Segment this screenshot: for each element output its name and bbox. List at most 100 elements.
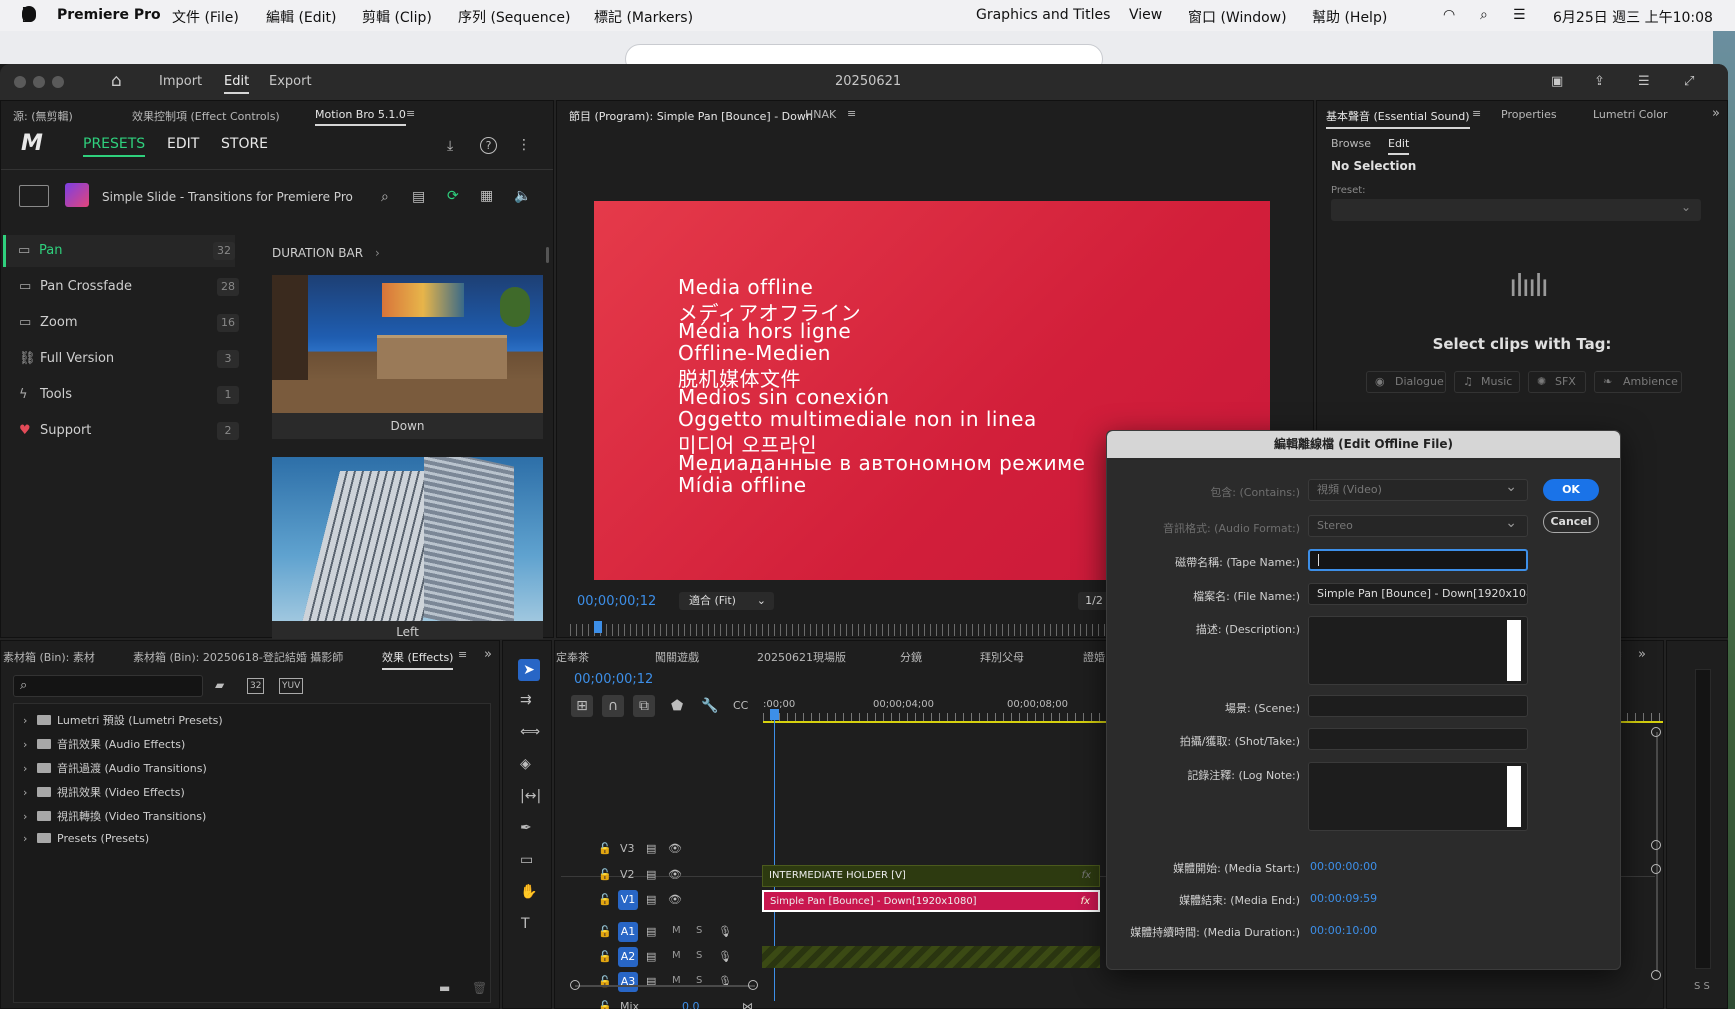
- eye-icon[interactable]: 👁: [668, 893, 682, 907]
- overflow-icon[interactable]: »: [484, 647, 492, 662]
- accelerated-icon[interactable]: ▰: [215, 678, 224, 692]
- nest-icon[interactable]: ⊞: [571, 695, 593, 717]
- category-zoom[interactable]: ▭ Zoom 16: [7, 307, 239, 339]
- tape-name-input[interactable]: [1308, 549, 1528, 571]
- shot-take-input[interactable]: [1308, 728, 1528, 750]
- razor-icon[interactable]: ◈: [520, 757, 531, 771]
- file-name-input[interactable]: Simple Pan [Bounce] - Down[1920x1080]: [1308, 583, 1528, 605]
- bowtie-icon[interactable]: ⋈: [742, 1000, 753, 1009]
- tab-hnak[interactable]: HNAK: [805, 108, 836, 121]
- tab-source[interactable]: 源: (無剪輯): [13, 108, 73, 124]
- lock-icon[interactable]: 🔓: [598, 868, 612, 882]
- home-icon[interactable]: ⌂: [111, 71, 122, 91]
- scrollbar[interactable]: [546, 247, 549, 263]
- panel-menu-icon[interactable]: ≡: [1472, 107, 1481, 120]
- volume-icon[interactable]: 🔈: [514, 189, 531, 203]
- tab-bin-wedding[interactable]: 素材箱 (Bin): 20250618-登記結婚 攝影師: [133, 649, 343, 665]
- linked-selection-icon[interactable]: ⧉: [633, 695, 655, 717]
- mb-tab-store[interactable]: STORE: [221, 136, 268, 152]
- category-full-version[interactable]: ⛓ Full Version 3: [7, 343, 239, 375]
- textarea-scrollbar[interactable]: [1507, 620, 1521, 681]
- vertical-scrollbar[interactable]: [1656, 732, 1658, 972]
- ripple-edit-icon[interactable]: ⟺: [520, 725, 540, 739]
- subtab-edit[interactable]: Edit: [1388, 137, 1410, 155]
- tree-item-lumetri-presets[interactable]: › Lumetri 預設 (Lumetri Presets): [23, 712, 223, 728]
- snap-icon[interactable]: ∩: [602, 695, 624, 717]
- trash-icon[interactable]: 🗑: [472, 981, 487, 995]
- menu-app[interactable]: Premiere Pro: [57, 7, 161, 23]
- nav-export[interactable]: Export: [269, 74, 312, 89]
- tree-item-audio-effects[interactable]: › 音訊效果 (Audio Effects): [23, 736, 185, 752]
- eye-icon[interactable]: 👁: [668, 842, 682, 856]
- scroll-handle[interactable]: [1651, 727, 1661, 737]
- clip-intermediate-holder[interactable]: INTERMEDIATE HOLDER [V] fx: [762, 865, 1100, 887]
- panel-menu-icon[interactable]: ≡: [406, 107, 415, 120]
- mic-icon[interactable]: 🎙: [718, 925, 732, 939]
- scroll-handle[interactable]: [1651, 864, 1661, 874]
- mb-tab-presets[interactable]: PRESETS: [83, 136, 146, 157]
- lock-icon[interactable]: 🔓: [598, 950, 612, 964]
- eye-icon[interactable]: 👁: [668, 868, 682, 882]
- zoom-window-button[interactable]: [52, 76, 64, 88]
- sync-lock-icon[interactable]: ▤: [646, 925, 656, 939]
- category-tools[interactable]: ϟ Tools 1: [7, 379, 239, 411]
- pack-name[interactable]: Simple Slide - Transitions for Premiere …: [102, 190, 353, 204]
- close-window-button[interactable]: [14, 76, 26, 88]
- scene-input[interactable]: [1308, 695, 1528, 717]
- search-icon[interactable]: ⌕: [381, 190, 389, 204]
- track-label[interactable]: A2: [618, 947, 638, 967]
- meter-solo-labels[interactable]: S S: [1694, 981, 1710, 992]
- menubar-clock[interactable]: 6月25日 週三 上午10:08: [1553, 7, 1713, 27]
- sync-lock-icon[interactable]: ▤: [646, 842, 656, 856]
- tag-music-button[interactable]: ♫ Music: [1454, 371, 1520, 393]
- tag-ambience-button[interactable]: ❧ Ambience: [1594, 371, 1682, 393]
- tag-sfx-button[interactable]: ✺ SFX: [1528, 371, 1586, 393]
- mute-button[interactable]: M: [672, 950, 681, 961]
- fullscreen-icon[interactable]: ⤢: [1684, 74, 1694, 89]
- lock-icon[interactable]: 🔓: [598, 842, 612, 856]
- solo-button[interactable]: S: [696, 925, 702, 936]
- menu-clip[interactable]: 剪輯 (Clip): [362, 7, 432, 27]
- category-support[interactable]: ♥ Support 2: [7, 415, 239, 447]
- tab-effect-controls[interactable]: 效果控制項 (Effect Controls): [132, 108, 280, 124]
- program-ruler[interactable]: [570, 624, 1110, 636]
- tab-seq-games[interactable]: 闖關遊戲: [655, 649, 699, 665]
- folder-icon[interactable]: [19, 185, 49, 207]
- control-center-icon[interactable]: ☰: [1513, 7, 1526, 23]
- rectangle-tool-icon[interactable]: ▭: [520, 853, 533, 867]
- menu-help[interactable]: 幫助 (Help): [1312, 7, 1387, 27]
- track-select-icon[interactable]: ⇉: [520, 693, 532, 707]
- category-pan-crossfade[interactable]: ▭ Pan Crossfade 28: [7, 271, 239, 303]
- lock-icon[interactable]: 🔓: [598, 893, 612, 907]
- fit-dropdown[interactable]: 適合 (Fit) ⌄: [679, 592, 774, 610]
- log-note-textarea[interactable]: [1308, 762, 1528, 831]
- tab-properties[interactable]: Properties: [1501, 108, 1557, 121]
- program-playhead[interactable]: [594, 621, 602, 633]
- cancel-button[interactable]: Cancel: [1543, 511, 1599, 533]
- tab-seq-witness[interactable]: 證婚: [1083, 649, 1105, 665]
- menu-markers[interactable]: 標記 (Markers): [594, 7, 693, 27]
- nav-import[interactable]: Import: [159, 74, 202, 89]
- menu-window[interactable]: 窗口 (Window): [1188, 7, 1287, 27]
- contains-select[interactable]: 視頻 (Video): [1308, 479, 1528, 501]
- audio-format-select[interactable]: Stereo: [1308, 515, 1528, 537]
- mix-value[interactable]: 0.0: [682, 1000, 700, 1009]
- tree-item-video-transitions[interactable]: › 視訊轉換 (Video Transitions): [23, 808, 206, 824]
- tree-item-video-effects[interactable]: › 視訊效果 (Video Effects): [23, 784, 185, 800]
- panel-menu-icon[interactable]: ≡: [847, 107, 856, 120]
- sync-lock-icon[interactable]: ▤: [646, 950, 656, 964]
- thumbnail-down[interactable]: [272, 275, 543, 413]
- track-label[interactable]: V1: [618, 890, 638, 910]
- tab-bin-material[interactable]: 素材箱 (Bin): 素材: [3, 649, 95, 665]
- track-label[interactable]: A3: [618, 972, 638, 992]
- category-pan[interactable]: ▭ Pan 32: [3, 235, 235, 267]
- media-end-value[interactable]: 00:00:09:59: [1310, 892, 1377, 905]
- menu-view[interactable]: View: [1129, 7, 1162, 23]
- preview-icon[interactable]: ▤: [412, 190, 425, 204]
- lock-icon[interactable]: 🔓: [598, 1000, 612, 1009]
- mb-tab-edit[interactable]: EDIT: [167, 136, 199, 152]
- type-tool-icon[interactable]: T: [521, 917, 530, 931]
- sync-lock-icon[interactable]: ▤: [646, 868, 656, 882]
- add-marker-icon[interactable]: ⬟: [671, 699, 683, 713]
- tab-motion-bro[interactable]: Motion Bro 5.1.0: [315, 108, 406, 126]
